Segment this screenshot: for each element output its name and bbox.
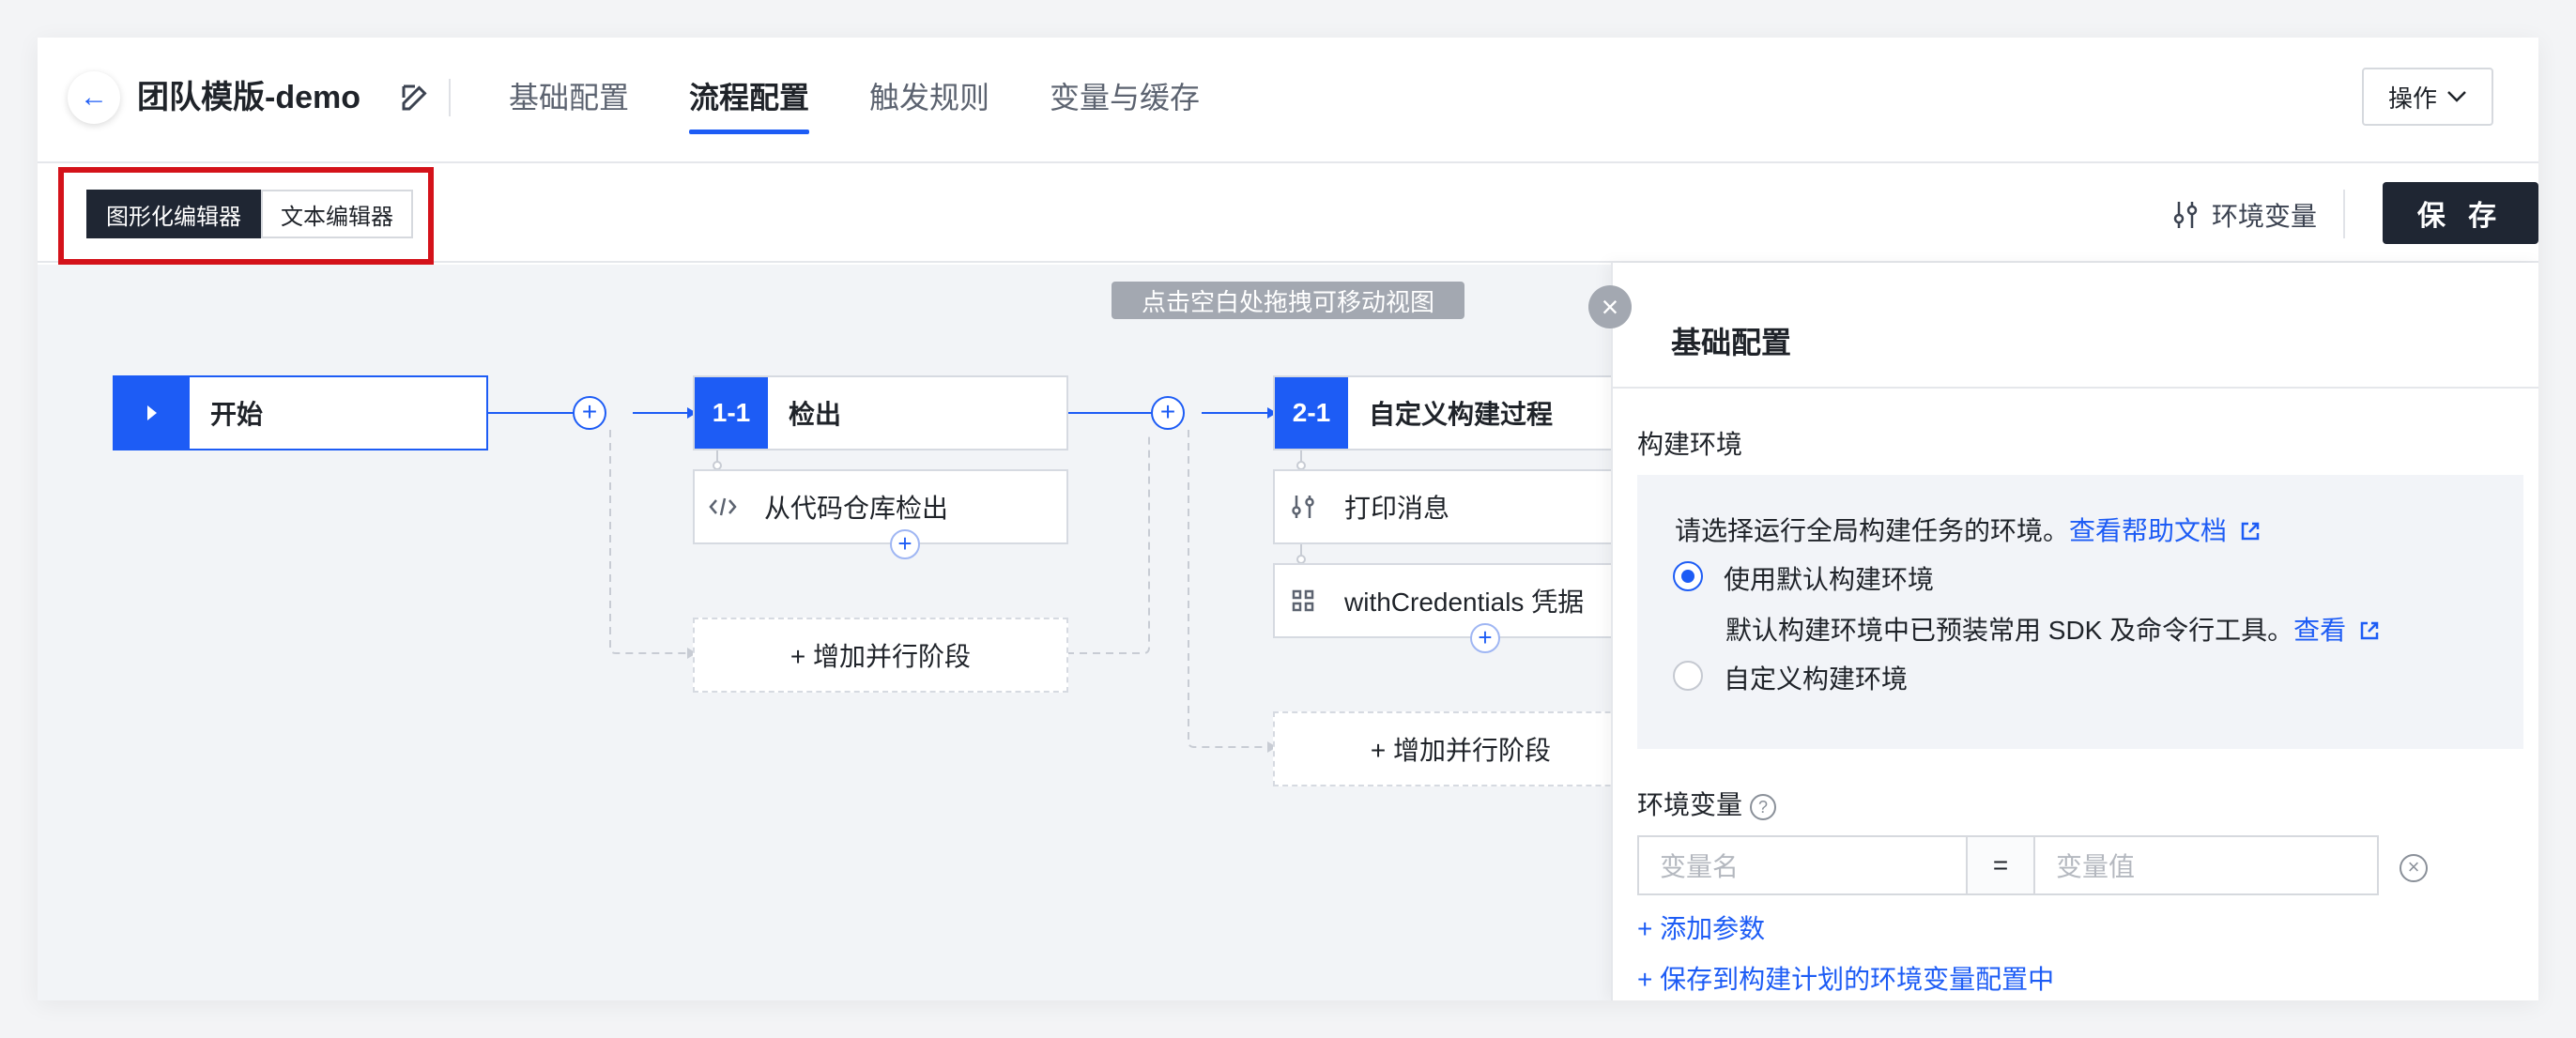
stage-badge: 2-1 (1275, 377, 1348, 449)
build-env-label: 构建环境 (1637, 430, 1743, 459)
canvas-hint: 点击空白处拖拽可移动视图 (1112, 282, 1464, 319)
stage-node-custom-build[interactable]: 2-1 自定义构建过程 (1273, 375, 1648, 450)
var-name-input[interactable]: 变量名 (1639, 837, 1968, 893)
stage-node-checkout[interactable]: 1-1 检出 (693, 375, 1068, 450)
remove-var-icon[interactable]: × (2400, 854, 2428, 882)
add-parallel-stage-1[interactable]: + 增加并行阶段 (693, 618, 1068, 693)
add-step-plus-icon[interactable]: + (890, 529, 920, 559)
radio-default-env[interactable] (1673, 561, 1703, 591)
chevron-down-icon (2447, 91, 2466, 102)
external-link-icon[interactable] (2240, 521, 2261, 542)
env-var-row: 变量名 = 变量值 (1637, 835, 2379, 895)
save-to-plan-link[interactable]: + 保存到构建计划的环境变量配置中 (1637, 959, 2054, 997)
radio-custom-env[interactable] (1673, 661, 1703, 691)
grid-icon (1275, 589, 1331, 612)
add-step-plus-icon[interactable]: + (1470, 623, 1500, 653)
operations-label: 操作 (2387, 84, 2437, 113)
default-env-desc-text: 默认构建环境中已预装常用 SDK 及命令行工具。 (1725, 616, 2294, 645)
step-label: withCredentials 凭据 (1344, 588, 1585, 617)
stage-badge: 1-1 (695, 377, 768, 449)
panel-title: 基础配置 (1671, 326, 1792, 359)
toolbar-divider (2343, 190, 2345, 238)
add-stage-plus-icon[interactable]: + (573, 396, 606, 430)
var-value-input[interactable]: 变量值 (2035, 837, 2377, 893)
close-icon[interactable]: × (1588, 285, 1632, 328)
app-card: ← 团队模版-demo 基础配置 流程配置 触发规则 变量与缓存 操作 图形化编… (38, 38, 2538, 1000)
external-link-icon[interactable] (2359, 620, 2380, 641)
option-default-label[interactable]: 使用默认构建环境 (1724, 559, 1934, 597)
help-question-icon[interactable]: ? (1750, 793, 1777, 820)
equals-sign: = (1968, 837, 2035, 893)
start-node[interactable]: 开始 (113, 375, 488, 450)
sliders-icon (1275, 494, 1331, 520)
sliders-icon (2173, 202, 2198, 228)
step-with-credentials[interactable]: withCredentials 凭据 (1273, 563, 1648, 638)
stage-title: 自定义构建过程 (1369, 400, 1554, 429)
env-vars-section: 环境变量? (1637, 785, 1777, 822)
help-doc-link[interactable]: 查看帮助文档 (2069, 516, 2227, 545)
view-link[interactable]: 查看 (2293, 616, 2346, 645)
add-stage-plus-icon[interactable]: + (1151, 396, 1185, 430)
code-icon (695, 496, 751, 517)
default-env-desc: 默认构建环境中已预装常用 SDK 及命令行工具。查看 (1725, 610, 2380, 648)
panel-divider (1611, 387, 2538, 389)
step-print-message[interactable]: 打印消息 (1273, 469, 1648, 544)
add-parallel-stage-2[interactable]: + 增加并行阶段 (1273, 711, 1648, 786)
save-button[interactable]: 保 存 (2383, 182, 2538, 244)
env-prompt-text: 请选择运行全局构建任务的环境。 (1675, 516, 2070, 545)
option-custom-label[interactable]: 自定义构建环境 (1724, 659, 1908, 696)
stage-title: 检出 (789, 400, 842, 429)
add-param-link[interactable]: + 添加参数 (1637, 908, 1765, 946)
step-label: 从代码仓库检出 (764, 494, 949, 523)
step-checkout-repo[interactable]: 从代码仓库检出 (693, 469, 1068, 544)
step-label: 打印消息 (1344, 494, 1450, 523)
play-icon (115, 377, 190, 449)
env-vars-button[interactable]: 环境变量 (2172, 191, 2317, 238)
env-prompt: 请选择运行全局构建任务的环境。查看帮助文档 (1675, 511, 2261, 548)
env-vars-label: 环境变量 (2212, 202, 2318, 231)
operations-dropdown[interactable]: 操作 (2362, 68, 2493, 126)
start-label: 开始 (210, 400, 264, 429)
env-vars-section-label: 环境变量 (1637, 790, 1743, 819)
